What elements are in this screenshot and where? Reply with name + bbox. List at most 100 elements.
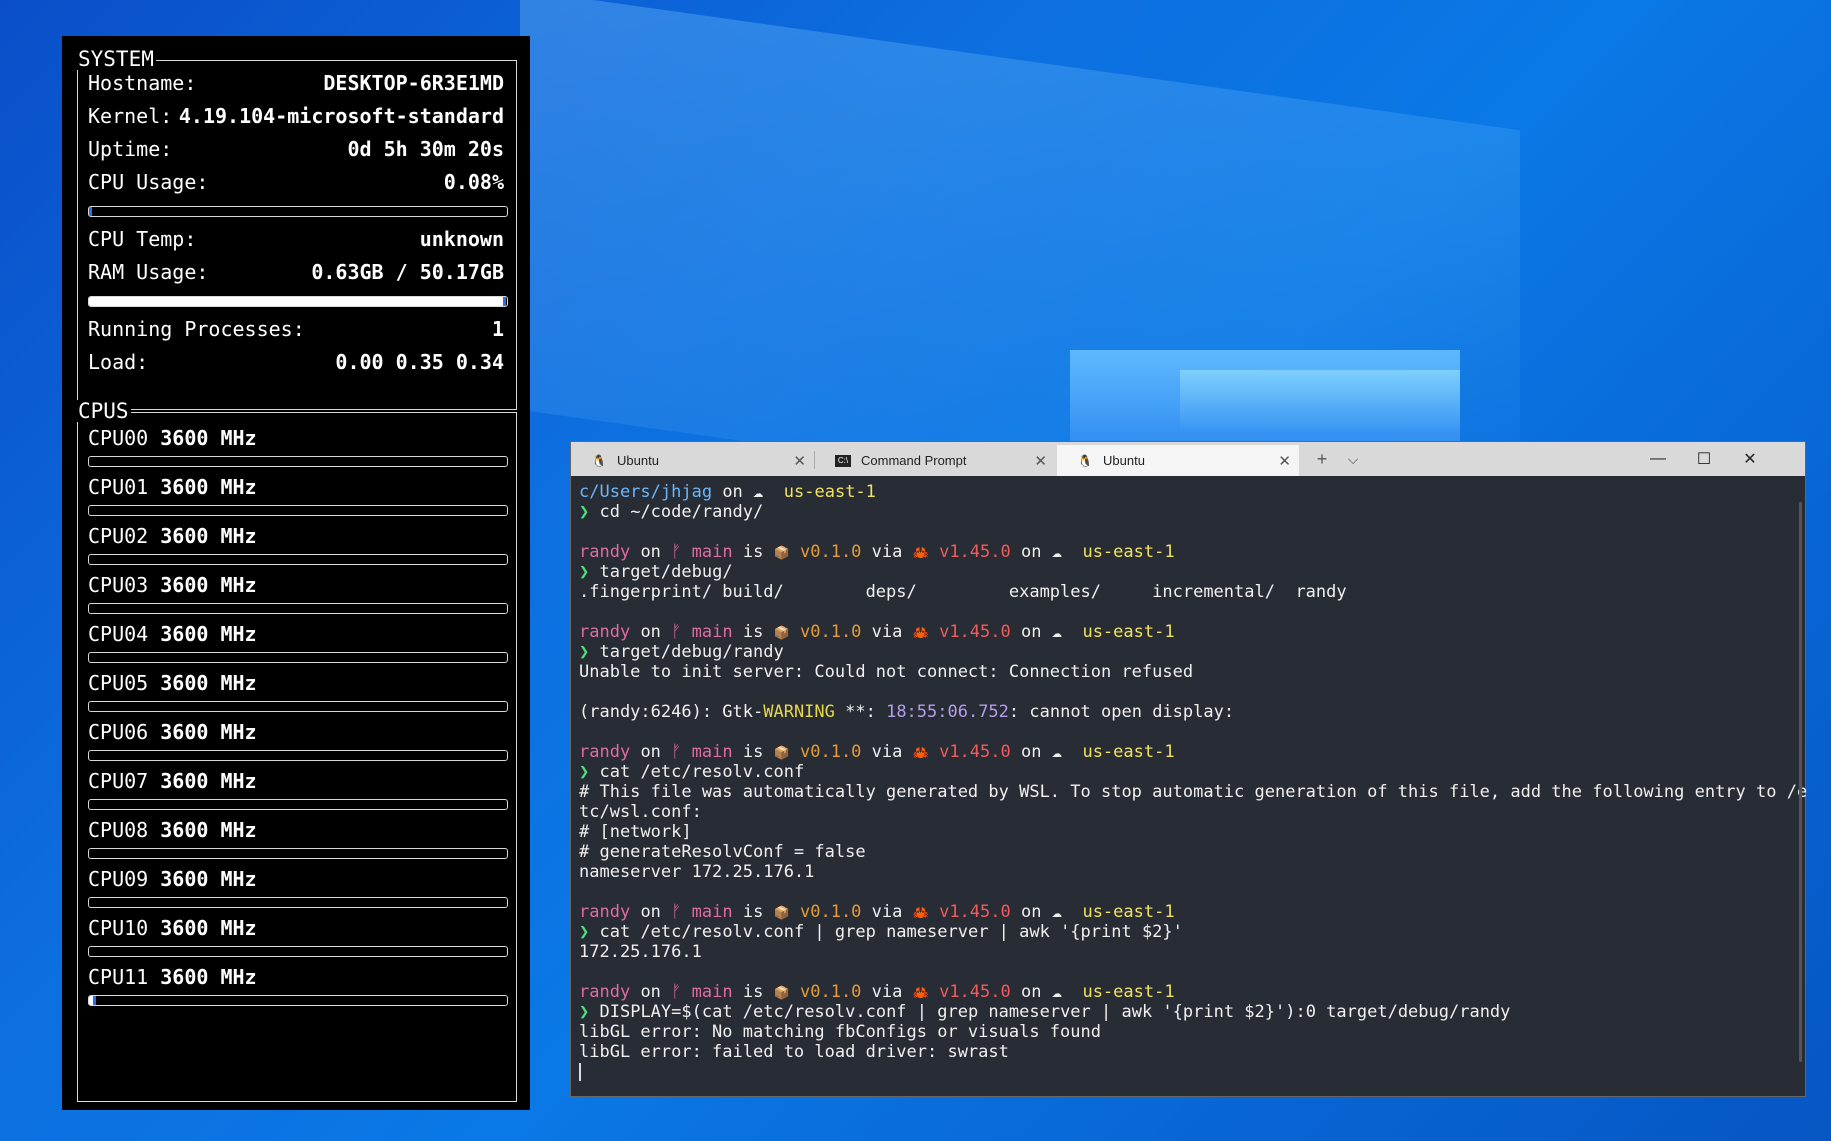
close-window-button[interactable]: ✕	[1727, 442, 1773, 476]
cpu-name: CPU01	[88, 475, 149, 499]
prompt-user: randy	[579, 622, 631, 642]
git-branch: main	[691, 542, 733, 562]
cpu-row: CPU04 3600 MHz	[88, 622, 257, 646]
command-line: ❯ cat /etc/resolv.conf | grep nameserver…	[579, 922, 1791, 942]
prompt-word: on	[722, 482, 743, 502]
cpu-name: CPU11	[88, 965, 149, 989]
row-value: unknown	[419, 227, 504, 251]
command-text: cat /etc/resolv.conf	[599, 762, 805, 782]
prompt-line: randy on ᚠ main is 📦 v0.1.0 via 🦀 v1.45.…	[579, 902, 1791, 922]
prompt-arrow-icon: ❯	[579, 642, 590, 662]
cpu-row: CPU09 3600 MHz	[88, 867, 257, 891]
tab-ubuntu-1[interactable]: 🐧 Ubuntu ✕	[571, 445, 814, 476]
close-tab-icon[interactable]: ✕	[1034, 452, 1047, 470]
prompt-word: on	[640, 622, 661, 642]
output-line: Unable to init server: Could not connect…	[579, 662, 1194, 682]
prompt-word: on	[640, 542, 661, 562]
command-line: ❯ cd ~/code/randy/	[579, 502, 1791, 522]
cpu-name: CPU10	[88, 916, 149, 940]
package-version: v0.1.0	[800, 622, 862, 642]
cpu-frequency: 3600 MHz	[160, 916, 257, 940]
prompt-user: randy	[579, 902, 631, 922]
output-line: # generateResolvConf = false	[579, 842, 866, 862]
cpu-name: CPU05	[88, 671, 149, 695]
output-line: tc/wsl.conf:	[579, 802, 702, 822]
tab-command-prompt[interactable]: C:\ Command Prompt ✕	[815, 445, 1055, 476]
prompt-word: is	[742, 902, 764, 922]
rust-version: v1.45.0	[939, 622, 1011, 642]
prompt-word: via	[871, 542, 903, 562]
input-line[interactable]	[579, 1062, 1791, 1082]
cmd-icon: C:\	[835, 454, 851, 467]
git-branch-icon: ᚠ	[671, 742, 682, 762]
cpu-usage-fill	[89, 996, 97, 1005]
cpu-temp-row: CPU Temp: unknown	[88, 224, 504, 254]
kernel-row: Kernel: 4.19.104-microsoft-standard	[88, 101, 504, 131]
uptime-row: Uptime: 0d 5h 30m 20s	[88, 134, 504, 164]
row-label: CPU Usage:	[88, 170, 209, 194]
git-branch: main	[691, 902, 733, 922]
git-branch: main	[691, 982, 733, 1002]
rust-version: v1.45.0	[939, 982, 1011, 1002]
cwd-path: c/Users/jhjag	[579, 482, 713, 502]
output-line: .fingerprint/ build/ deps/ examples/ inc…	[579, 582, 1347, 602]
output-line: nameserver 172.25.176.1	[579, 862, 815, 882]
cpu-name: CPU07	[88, 769, 149, 793]
cpu-row: CPU08 3600 MHz	[88, 818, 257, 842]
rust-version: v1.45.0	[939, 902, 1011, 922]
output-line: libGL error: No matching fbConfigs or vi…	[579, 1022, 1101, 1042]
cpu-row: CPU06 3600 MHz	[88, 720, 257, 744]
aws-region: us-east-1	[783, 482, 876, 502]
cpu-name: CPU08	[88, 818, 149, 842]
minimize-button[interactable]: —	[1635, 442, 1681, 476]
prompt-word: is	[742, 742, 764, 762]
cpu-usage-bar	[88, 505, 508, 516]
new-tab-button[interactable]: +	[1309, 447, 1335, 471]
package-version: v0.1.0	[800, 982, 862, 1002]
cpu-usage-row: CPU Usage: 0.08%	[88, 167, 504, 197]
prompt-word: is	[742, 622, 764, 642]
tab-dropdown-button[interactable]: ⌵	[1341, 447, 1365, 471]
row-value: 0d 5h 30m 20s	[347, 137, 504, 161]
package-icon: 📦	[773, 906, 790, 921]
cloud-icon: ☁	[1051, 982, 1062, 1002]
prompt-arrow-icon: ❯	[579, 922, 590, 942]
cpu-frequency: 3600 MHz	[160, 867, 257, 891]
processes-row: Running Processes: 1	[88, 314, 504, 344]
tab-ubuntu-active[interactable]: 🐧 Ubuntu ✕	[1057, 445, 1299, 476]
package-version: v0.1.0	[800, 902, 862, 922]
output-line: 172.25.176.1	[579, 942, 702, 962]
aws-region: us-east-1	[1082, 542, 1175, 562]
git-branch: main	[691, 622, 733, 642]
cpu-usage-bar	[88, 750, 508, 761]
package-version: v0.1.0	[800, 742, 862, 762]
package-icon: 📦	[773, 546, 790, 561]
row-label: Load:	[88, 350, 149, 374]
prompt-word: on	[640, 902, 661, 922]
close-tab-icon[interactable]: ✕	[1278, 452, 1291, 470]
prompt-word: on	[1020, 542, 1042, 562]
cloud-icon: ☁	[1051, 622, 1062, 642]
rust-version: v1.45.0	[939, 542, 1011, 562]
windows-logo-pane	[1180, 370, 1460, 430]
row-label: RAM Usage:	[88, 260, 209, 284]
cpu-frequency: 3600 MHz	[160, 426, 257, 450]
system-monitor-panel: SYSTEM Hostname: DESKTOP-6R3E1MD Kernel:…	[62, 36, 530, 1110]
rust-version: v1.45.0	[939, 742, 1011, 762]
maximize-button[interactable]: ☐	[1681, 442, 1727, 476]
scrollbar[interactable]	[1799, 502, 1802, 1062]
row-label: Hostname:	[88, 71, 197, 95]
cpu-name: CPU04	[88, 622, 149, 646]
terminal-output[interactable]: c/Users/jhjag on ☁ us-east-1 ❯ cd ~/code…	[579, 482, 1807, 1096]
prompt-line: randy on ᚠ main is 📦 v0.1.0 via 🦀 v1.45.…	[579, 982, 1791, 1002]
package-icon: 📦	[773, 626, 790, 641]
prompt-user: randy	[579, 542, 631, 562]
close-tab-icon[interactable]: ✕	[793, 452, 806, 470]
output-line: (randy:6246): Gtk-WARNING **: 18:55:06.7…	[579, 702, 1791, 722]
cpu-row: CPU11 3600 MHz	[88, 965, 257, 989]
git-branch-icon: ᚠ	[671, 542, 682, 562]
package-icon: 📦	[773, 986, 790, 1001]
prompt-word: is	[742, 982, 764, 1002]
prompt-word: via	[871, 742, 903, 762]
